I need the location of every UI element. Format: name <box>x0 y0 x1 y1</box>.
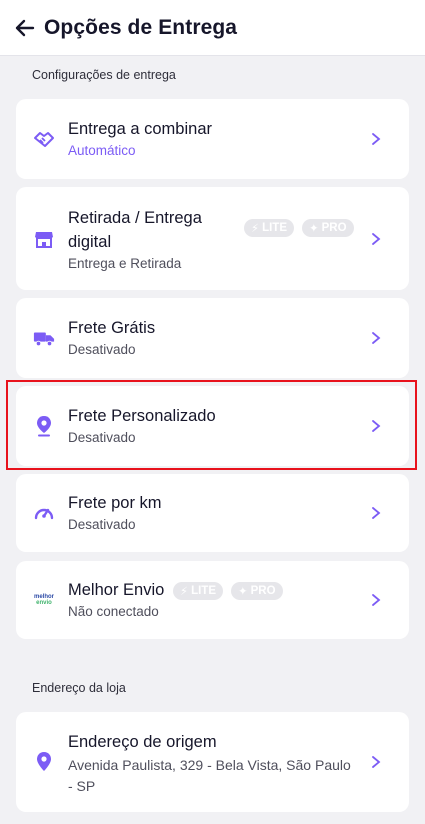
card-title-line2: digital <box>68 233 112 251</box>
card-melhor-envio[interactable]: melhor envio Melhor Envio Não conectado ⚡… <box>16 561 409 639</box>
location-pin-icon <box>33 415 55 437</box>
section-label-delivery-settings: Configurações de entrega <box>32 68 176 82</box>
card-subtitle: Desativado <box>68 517 136 532</box>
address-line2: - SP <box>68 778 96 794</box>
store-icon <box>33 228 55 250</box>
page-title: Opções de Entrega <box>44 15 238 39</box>
lite-badge: ⚡ LITE <box>244 219 294 237</box>
card-subtitle: Desativado <box>68 342 136 357</box>
card-entrega-a-combinar[interactable]: Entrega a combinar Automático <box>16 99 409 179</box>
sparkle-icon: ✦ <box>238 586 248 598</box>
card-title-line1: Retirada / Entrega <box>68 209 202 227</box>
chevron-right-icon <box>372 507 381 519</box>
card-subtitle: Entrega e Retirada <box>68 256 182 271</box>
pro-badge: ✦ PRO <box>302 219 354 237</box>
chevron-right-icon <box>372 594 381 606</box>
melhor-envio-logo-icon: melhor envio <box>33 594 54 606</box>
card-subtitle: Desativado <box>68 430 136 445</box>
card-subtitle: Não conectado <box>68 604 159 619</box>
card-title: Endereço de origem <box>68 733 217 751</box>
card-retirada-entrega-digital[interactable]: Retirada / Entrega digital Entrega e Ret… <box>16 187 409 290</box>
pro-badge: ✦ PRO <box>231 582 283 600</box>
sparkle-icon: ✦ <box>309 223 319 235</box>
card-frete-gratis[interactable]: Frete Grátis Desativado <box>16 298 409 378</box>
bolt-icon: ⚡ <box>251 223 260 235</box>
address-line1: Avenida Paulista, 329 - Bela Vista, São … <box>68 757 351 773</box>
chevron-right-icon <box>372 420 381 432</box>
bolt-icon: ⚡ <box>180 586 189 598</box>
card-title: Frete Personalizado <box>68 407 216 425</box>
card-frete-por-km[interactable]: Frete por km Desativado <box>16 474 409 552</box>
chevron-right-icon <box>372 756 381 768</box>
handshake-icon <box>33 128 55 150</box>
location-pin-icon <box>33 751 55 773</box>
card-title: Entrega a combinar <box>68 120 212 138</box>
card-subtitle: Automático <box>68 143 136 158</box>
chevron-right-icon <box>372 133 381 145</box>
app-header: Opções de Entrega <box>0 0 425 56</box>
speedometer-icon <box>33 502 55 524</box>
back-arrow-icon[interactable] <box>14 17 36 39</box>
card-title: Frete Grátis <box>68 319 156 337</box>
chevron-right-icon <box>372 232 381 245</box>
chevron-right-icon <box>372 332 381 344</box>
card-title: Frete por km <box>68 494 162 512</box>
card-frete-personalizado[interactable]: Frete Personalizado Desativado <box>16 386 409 466</box>
section-label-store-address: Endereço da loja <box>32 681 126 695</box>
lite-badge: ⚡ LITE <box>173 582 223 600</box>
truck-icon <box>33 327 55 349</box>
card-endereco-de-origem[interactable]: Endereço de origem Avenida Paulista, 329… <box>16 712 409 812</box>
